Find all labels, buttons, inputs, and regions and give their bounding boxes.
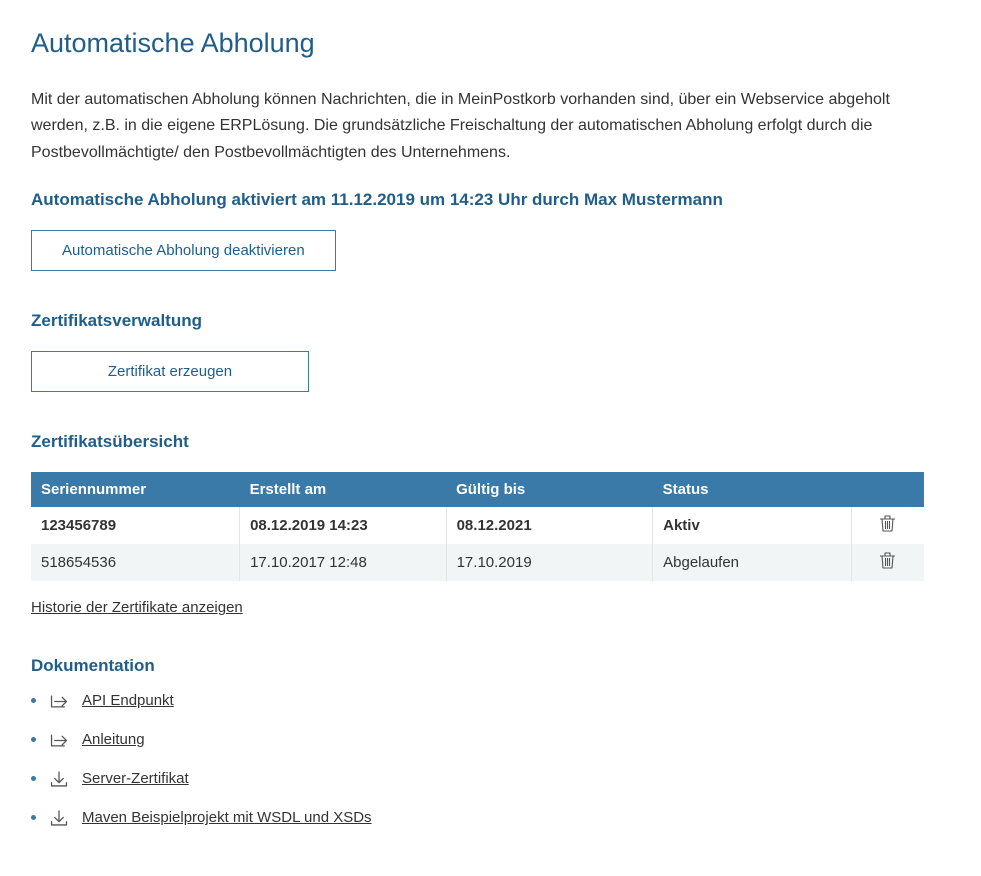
deactivate-button[interactable]: Automatische Abholung deaktivieren [31,230,336,271]
doc-link[interactable]: API Endpunkt [82,692,174,709]
cell-created: 08.12.2019 14:23 [240,507,447,544]
table-row: 12345678908.12.2019 14:2308.12.2021Aktiv [31,507,924,544]
cell-serial: 123456789 [31,507,240,544]
col-valid: Gültig bis [446,472,653,507]
cell-created: 17.10.2017 12:48 [240,544,447,581]
cell-valid: 17.10.2019 [446,544,653,581]
cert-overview-heading: Zertifikatsübersicht [31,432,950,452]
download-icon [50,810,68,826]
col-created: Erstellt am [240,472,447,507]
cell-valid: 08.12.2021 [446,507,653,544]
external-link-icon [50,693,68,709]
intro-text: Mit der automatischen Abholung können Na… [31,87,931,166]
cell-status: Abgelaufen [653,544,851,581]
cell-serial: 518654536 [31,544,240,581]
col-serial: Seriennummer [31,472,240,507]
bullet-icon [31,815,36,820]
documentation-heading: Dokumentation [31,656,950,676]
create-certificate-button[interactable]: Zertifikat erzeugen [31,351,309,392]
documentation-list: API Endpunkt Anleitung Server-Zertifikat Ma… [31,692,950,826]
page-title: Automatische Abholung [31,28,950,59]
table-row: 51865453617.10.2017 12:4817.10.2019Abgel… [31,544,924,581]
list-item: API Endpunkt [31,692,950,709]
trash-icon[interactable] [880,552,895,569]
col-status: Status [653,472,851,507]
doc-link[interactable]: Anleitung [82,731,145,748]
cell-actions [851,507,924,544]
cell-actions [851,544,924,581]
cell-status: Aktiv [653,507,851,544]
activation-heading: Automatische Abholung aktiviert am 11.12… [31,190,950,210]
doc-link[interactable]: Maven Beispielprojekt mit WSDL und XSDs [82,809,372,826]
history-link[interactable]: Historie der Zertifikate anzeigen [31,599,243,616]
list-item: Server-Zertifikat [31,770,950,787]
trash-icon[interactable] [880,515,895,532]
certificate-table: Seriennummer Erstellt am Gültig bis Stat… [31,472,924,581]
cert-management-heading: Zertifikatsverwaltung [31,311,950,331]
doc-link[interactable]: Server-Zertifikat [82,770,189,787]
bullet-icon [31,698,36,703]
external-link-icon [50,732,68,748]
bullet-icon [31,776,36,781]
bullet-icon [31,737,36,742]
col-actions [851,472,924,507]
list-item: Anleitung [31,731,950,748]
download-icon [50,771,68,787]
list-item: Maven Beispielprojekt mit WSDL und XSDs [31,809,950,826]
